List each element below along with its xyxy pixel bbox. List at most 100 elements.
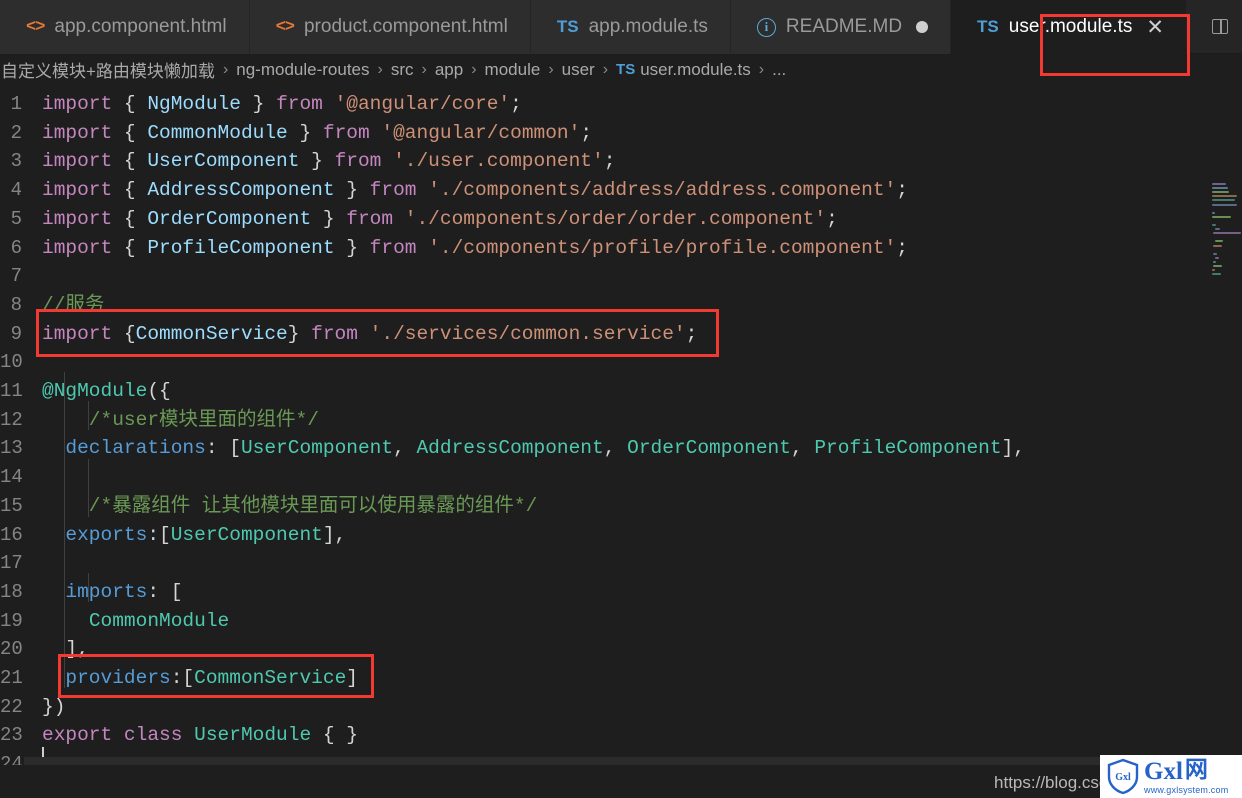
minimap-line bbox=[1212, 195, 1238, 198]
line-number: 12 bbox=[0, 408, 23, 431]
tab-product-component-html[interactable]: <> product.component.html bbox=[249, 0, 531, 54]
line-number: 13 bbox=[0, 437, 23, 460]
breadcrumb-item-app[interactable]: app bbox=[434, 60, 464, 80]
code-line[interactable]: import { UserComponent } from './user.co… bbox=[24, 147, 1242, 176]
code-content[interactable]: export class UserModule { }}) providers:… bbox=[24, 85, 1242, 765]
minimap-line bbox=[1213, 265, 1222, 267]
typescript-icon: TS bbox=[616, 61, 636, 78]
line-number: 20 bbox=[0, 638, 23, 661]
minimap-line bbox=[1212, 273, 1222, 276]
breadcrumb-file-label: user.module.ts bbox=[640, 59, 751, 79]
breadcrumb-separator: › bbox=[421, 60, 427, 78]
tab-label: app.module.ts bbox=[588, 16, 708, 37]
minimap-line bbox=[1214, 240, 1224, 243]
breadcrumb-item-file[interactable]: TS user.module.ts bbox=[615, 60, 752, 80]
breadcrumb-item-module[interactable]: module bbox=[484, 60, 542, 80]
breadcrumb-item-user[interactable]: user bbox=[561, 60, 596, 80]
code-line[interactable]: import { AddressComponent } from './comp… bbox=[24, 176, 1242, 205]
breadcrumb-item-src[interactable]: src bbox=[390, 60, 415, 80]
line-number: 2 bbox=[10, 121, 22, 144]
minimap-line bbox=[1214, 256, 1219, 259]
minimap-line bbox=[1214, 228, 1220, 231]
minimap-line bbox=[1212, 191, 1229, 194]
code-line[interactable]: @NgModule({ bbox=[24, 377, 1242, 406]
breadcrumb-separator: › bbox=[602, 60, 609, 78]
vscode-window: <> app.component.html <> product.compone… bbox=[0, 0, 1242, 798]
line-number: 10 bbox=[0, 351, 23, 374]
tab-bar-actions bbox=[1186, 0, 1242, 53]
split-editor-icon[interactable] bbox=[1212, 19, 1228, 34]
line-number: 4 bbox=[10, 179, 22, 202]
line-number: 6 bbox=[10, 236, 22, 259]
code-line[interactable]: /*user模块里面的组件*/ bbox=[24, 406, 1242, 435]
typescript-icon: TS bbox=[556, 17, 579, 36]
minimap[interactable] bbox=[1190, 85, 1242, 765]
line-number: 21 bbox=[0, 667, 23, 689]
line-number: 17 bbox=[0, 552, 23, 575]
breadcrumb-item-ng-module-routes[interactable]: ng-module-routes bbox=[235, 60, 370, 80]
breadcrumb-separator: › bbox=[377, 60, 383, 78]
code-line[interactable]: import { CommonModule } from '@angular/c… bbox=[24, 119, 1242, 148]
editor-tab-bar: <> app.component.html <> product.compone… bbox=[0, 0, 1242, 54]
code-line[interactable]: import { ProfileComponent } from './comp… bbox=[24, 234, 1242, 263]
gxl-logo-word: Gxl bbox=[1144, 757, 1183, 785]
line-number: 7 bbox=[10, 265, 22, 288]
code-line[interactable] bbox=[24, 262, 1242, 291]
code-line[interactable]: exports:[UserComponent], bbox=[24, 521, 1242, 550]
breadcrumb-item-symbols[interactable]: ... bbox=[771, 60, 787, 80]
code-editor[interactable]: 1 2 3 4 5 6 7 8 9 10 11 12 13 14 15 16 17 18 19 20 21 22 23 24 … bbox=[0, 85, 1242, 765]
tab-user-module-ts[interactable]: TS user.module.ts ✕ bbox=[951, 0, 1187, 54]
tab-app-module-ts[interactable]: TS app.module.ts bbox=[530, 0, 731, 54]
minimap-line bbox=[1212, 199, 1236, 202]
code-line[interactable]: }) bbox=[24, 693, 1242, 722]
html-icon: <> bbox=[26, 17, 45, 37]
indent-guide bbox=[88, 401, 89, 430]
line-number: 22 bbox=[0, 695, 23, 718]
indent-guide bbox=[64, 372, 65, 688]
indent-guide bbox=[88, 459, 89, 517]
breadcrumb-item-project[interactable]: 自定义模块+路由模块懒加载 bbox=[0, 57, 216, 82]
tab-app-component-html[interactable]: <> app.component.html bbox=[0, 0, 250, 54]
tab-label: README.MD bbox=[785, 16, 903, 37]
code-line[interactable]: import {CommonService} from './services/… bbox=[24, 320, 1242, 349]
line-number-gutter: 1 2 3 4 5 6 7 8 9 10 11 12 13 14 15 16 17 18 19 20 21 22 23 24 bbox=[0, 85, 24, 765]
line-number: 8 bbox=[10, 293, 22, 316]
code-line[interactable]: imports: [ bbox=[24, 578, 1242, 607]
code-line[interactable]: import { NgModule } from '@angular/core'… bbox=[24, 90, 1242, 119]
code-line[interactable]: CommonModule bbox=[24, 607, 1242, 636]
line-number: 9 bbox=[10, 322, 22, 345]
info-icon: i bbox=[756, 17, 776, 37]
gxl-logo-text: Gxl 网 www.gxlsystem.com bbox=[1144, 756, 1228, 795]
tab-label: app.component.html bbox=[54, 16, 227, 37]
code-line[interactable] bbox=[24, 549, 1242, 578]
minimap-line bbox=[1213, 252, 1217, 255]
tab-label: user.module.ts bbox=[1008, 16, 1133, 37]
code-line[interactable]: import { OrderComponent } from './compon… bbox=[24, 205, 1242, 234]
code-line[interactable] bbox=[24, 463, 1242, 492]
html-icon: <> bbox=[275, 17, 295, 37]
unsaved-changes-dot[interactable] bbox=[916, 21, 929, 33]
tab-label: product.component.html bbox=[303, 16, 508, 37]
line-number: 5 bbox=[10, 207, 22, 230]
code-line[interactable]: //服务 bbox=[24, 291, 1242, 320]
horizontal-scrollbar[interactable] bbox=[24, 755, 1190, 765]
code-line[interactable]: ], bbox=[24, 635, 1242, 664]
line-number: 14 bbox=[0, 466, 23, 489]
line-number: 18 bbox=[0, 580, 23, 603]
minimap-line bbox=[1213, 260, 1217, 263]
line-number: 11 bbox=[0, 380, 23, 402]
close-icon[interactable]: ✕ bbox=[1146, 17, 1164, 38]
line-number: 1 bbox=[10, 93, 22, 115]
code-line[interactable]: providers:[CommonService] bbox=[24, 664, 1242, 693]
minimap-line bbox=[1212, 187, 1228, 190]
horizontal-scrollbar-thumb[interactable] bbox=[24, 757, 1144, 765]
indent-guide bbox=[88, 573, 89, 602]
code-line[interactable] bbox=[24, 348, 1242, 377]
gxl-watermark-logo: Gxl Gxl 网 www.gxlsystem.com bbox=[1100, 755, 1242, 798]
code-line[interactable]: /*暴露组件 让其他模块里面可以使用暴露的组件*/ bbox=[24, 492, 1242, 521]
tab-readme-md[interactable]: i README.MD bbox=[730, 0, 952, 54]
code-line[interactable]: export class UserModule { } bbox=[24, 721, 1242, 750]
breadcrumb-separator: › bbox=[548, 60, 554, 78]
code-line[interactable]: declarations: [UserComponent, AddressCom… bbox=[24, 434, 1242, 463]
gxl-logo-cn: 网 bbox=[1184, 756, 1208, 783]
